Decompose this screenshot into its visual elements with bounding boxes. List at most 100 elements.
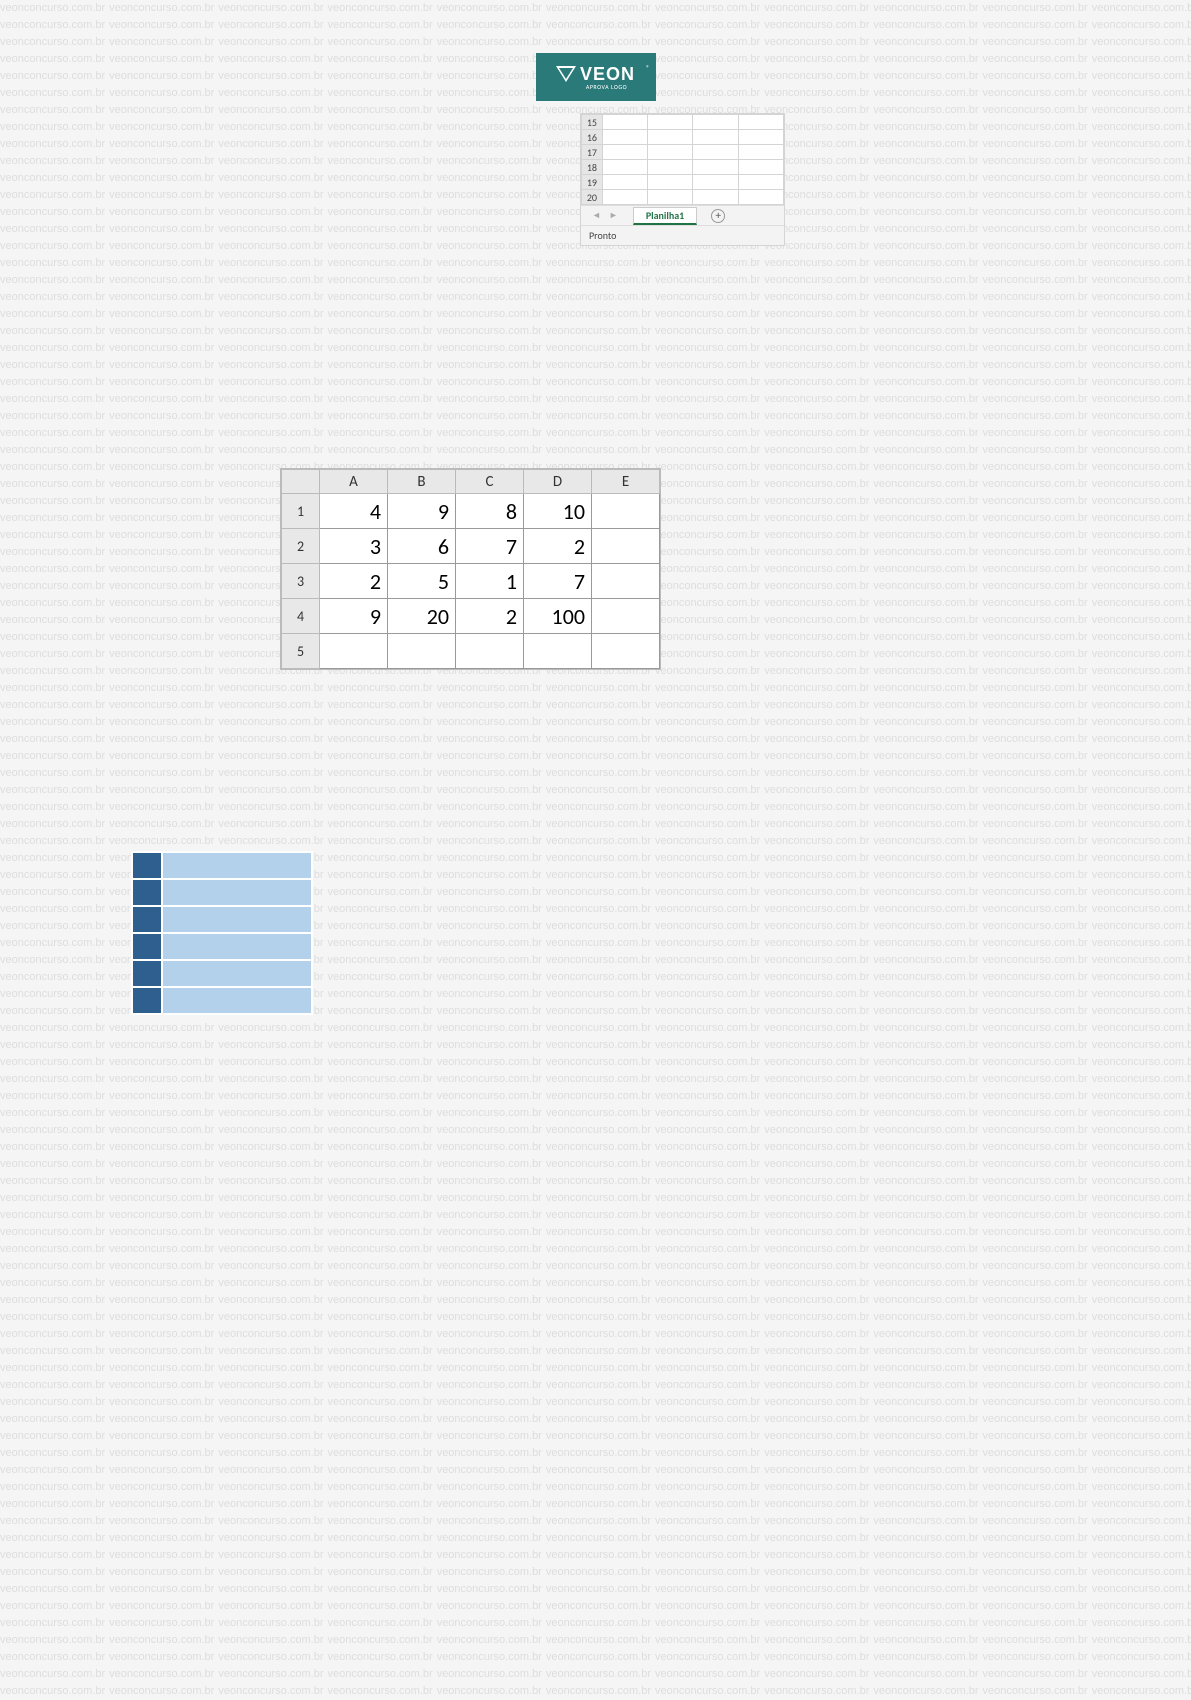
col-header-a[interactable]: A [320, 470, 388, 494]
cell-a2[interactable]: 3 [320, 529, 388, 564]
snippet-cell[interactable] [693, 130, 738, 145]
select-all-corner[interactable] [282, 470, 320, 494]
snippet-cell[interactable] [602, 130, 647, 145]
cell-a4[interactable]: 9 [320, 599, 388, 634]
snippet-cell[interactable] [693, 190, 738, 205]
row-header-4[interactable]: 4 [282, 599, 320, 634]
logo-triangle-icon [556, 66, 576, 82]
snippet-cell[interactable] [602, 175, 647, 190]
col-header-b[interactable]: B [388, 470, 456, 494]
cell-e3[interactable] [592, 564, 660, 599]
blue-striped-table [131, 851, 313, 1015]
sheet-nav-arrows: ◄ ► [581, 210, 629, 221]
snippet-cell[interactable] [602, 145, 647, 160]
cell-c1[interactable]: 8 [456, 494, 524, 529]
plus-icon: + [715, 209, 720, 222]
row-header-17[interactable]: 17 [582, 145, 603, 160]
cell-c5[interactable] [456, 634, 524, 669]
snippet-cell[interactable] [602, 160, 647, 175]
cell-e2[interactable] [592, 529, 660, 564]
row-header-3[interactable]: 3 [282, 564, 320, 599]
watermark-background: veonconcurso.com.brveonconcurso.com.brve… [0, 0, 1191, 1684]
snippet-cell[interactable] [738, 175, 783, 190]
snippet-cell[interactable] [738, 190, 783, 205]
blue-table-row [132, 960, 312, 987]
status-bar: Pronto [581, 225, 784, 245]
row-header-16[interactable]: 16 [582, 130, 603, 145]
blue-table-row [132, 852, 312, 879]
row-header-19[interactable]: 19 [582, 175, 603, 190]
row-header-20[interactable]: 20 [582, 190, 603, 205]
cell-b4[interactable]: 20 [388, 599, 456, 634]
blue-row-cell [162, 879, 312, 906]
logo-brand-text: VEON [580, 64, 635, 85]
blue-row-cell [162, 960, 312, 987]
snippet-cell[interactable] [648, 130, 693, 145]
nav-next-icon[interactable]: ► [606, 210, 621, 221]
col-header-e[interactable]: E [592, 470, 660, 494]
row-header-2[interactable]: 2 [282, 529, 320, 564]
snippet-cell[interactable] [738, 145, 783, 160]
row-header-1[interactable]: 1 [282, 494, 320, 529]
cell-d3[interactable]: 7 [524, 564, 592, 599]
snippet-grid: 15 16 17 18 19 [581, 114, 784, 205]
snippet-cell[interactable] [693, 145, 738, 160]
cell-b3[interactable]: 5 [388, 564, 456, 599]
center-spreadsheet-table: A B C D E 1 4 9 8 10 2 3 6 7 2 3 2 5 1 7 [280, 468, 661, 670]
blue-row-header [132, 879, 162, 906]
blue-table-row [132, 906, 312, 933]
logo-subtitle: APROVA LOGO [586, 83, 627, 91]
col-header-c[interactable]: C [456, 470, 524, 494]
snippet-cell[interactable] [738, 130, 783, 145]
cell-a1[interactable]: 4 [320, 494, 388, 529]
cell-d1[interactable]: 10 [524, 494, 592, 529]
row-header-18[interactable]: 18 [582, 160, 603, 175]
snippet-cell[interactable] [602, 190, 647, 205]
cell-c3[interactable]: 1 [456, 564, 524, 599]
cell-c2[interactable]: 7 [456, 529, 524, 564]
blue-table-row [132, 879, 312, 906]
sheet-tab-bar: ◄ ► Planilha1 + [581, 205, 784, 225]
cell-e5[interactable] [592, 634, 660, 669]
blue-row-cell [162, 852, 312, 879]
snippet-cell[interactable] [648, 160, 693, 175]
snippet-cell[interactable] [693, 115, 738, 130]
status-text: Pronto [589, 229, 616, 242]
snippet-cell[interactable] [693, 175, 738, 190]
row-header-15[interactable]: 15 [582, 115, 603, 130]
cell-b2[interactable]: 6 [388, 529, 456, 564]
cell-a5[interactable] [320, 634, 388, 669]
blue-row-header [132, 987, 162, 1014]
veon-logo: VEON APROVA LOGO ® [536, 53, 656, 101]
blue-row-header [132, 933, 162, 960]
snippet-cell[interactable] [648, 145, 693, 160]
blue-row-cell [162, 987, 312, 1014]
col-header-d[interactable]: D [524, 470, 592, 494]
cell-c4[interactable]: 2 [456, 599, 524, 634]
cell-d4[interactable]: 100 [524, 599, 592, 634]
snippet-cell[interactable] [693, 160, 738, 175]
snippet-cell[interactable] [648, 190, 693, 205]
snippet-cell[interactable] [648, 175, 693, 190]
row-header-5[interactable]: 5 [282, 634, 320, 669]
cell-b1[interactable]: 9 [388, 494, 456, 529]
blue-row-header [132, 960, 162, 987]
cell-d5[interactable] [524, 634, 592, 669]
snippet-cell[interactable] [738, 115, 783, 130]
blue-table-row [132, 933, 312, 960]
logo-registered-mark: ® [646, 63, 650, 72]
snippet-cell[interactable] [738, 160, 783, 175]
cell-e1[interactable] [592, 494, 660, 529]
blue-row-cell [162, 906, 312, 933]
snippet-cell[interactable] [602, 115, 647, 130]
spreadsheet-bottom-snippet: 15 16 17 18 19 [580, 113, 785, 246]
cell-b5[interactable] [388, 634, 456, 669]
cell-d2[interactable]: 2 [524, 529, 592, 564]
snippet-cell[interactable] [648, 115, 693, 130]
nav-prev-icon[interactable]: ◄ [589, 210, 604, 221]
cell-a3[interactable]: 2 [320, 564, 388, 599]
cell-e4[interactable] [592, 599, 660, 634]
blue-row-header [132, 852, 162, 879]
add-sheet-button[interactable]: + [711, 209, 725, 223]
sheet-tab-active[interactable]: Planilha1 [633, 207, 697, 225]
